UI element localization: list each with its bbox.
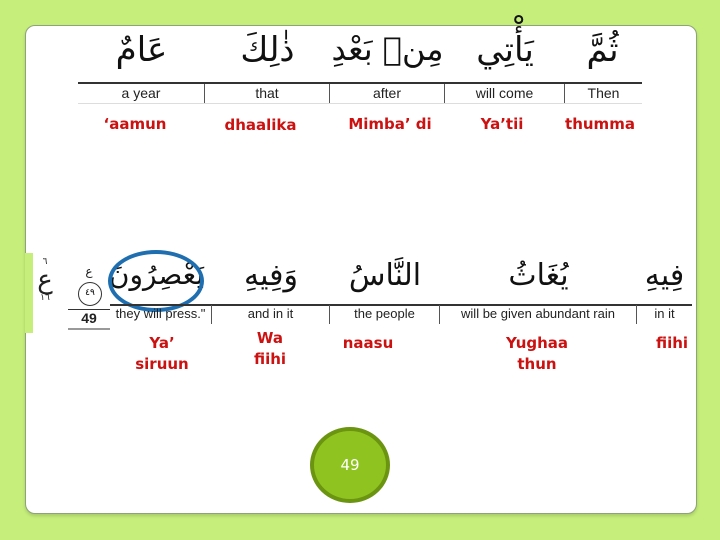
verse-number-badge: 49 <box>310 427 390 503</box>
gloss-cell: a year <box>78 84 205 103</box>
badge-label: 49 <box>340 456 360 474</box>
transliteration: Yughaa thun <box>487 333 587 375</box>
transliteration: naasu <box>318 333 418 354</box>
gloss-cell: will be given abundant rain <box>440 305 637 324</box>
arabic-word: عَامٌ <box>115 30 168 70</box>
ruku-marker: ٦ ع ١٦ <box>34 258 56 304</box>
arabic-word: ثُمَّ <box>586 30 619 70</box>
gloss-cell: in it <box>654 306 675 321</box>
transliteration: Ya’ siruun <box>112 333 212 375</box>
gloss-cell: the people <box>330 305 440 324</box>
highlight-circle <box>108 250 204 312</box>
arabic-word: يَأْتِي <box>476 30 534 70</box>
translit-line: fiihi <box>253 350 287 368</box>
gloss-bottom-rule <box>78 103 642 104</box>
translit-line: siruun <box>135 355 189 373</box>
ruku-letter: ع <box>37 265 53 295</box>
gloss-cell: and in it <box>212 305 330 324</box>
ayah-letter: ع <box>85 264 93 278</box>
gloss-cell: that <box>205 84 330 103</box>
translit-line: naasu <box>342 334 394 352</box>
transliteration: Mimba’ di <box>348 115 432 133</box>
gloss-cell: after <box>330 84 445 103</box>
arabic-word: فِيهِ <box>644 258 685 293</box>
ayah-number: 49 <box>68 309 110 330</box>
gloss-cell: will come <box>445 84 565 103</box>
transliteration: thumma <box>565 115 635 133</box>
transliteration: Wa fiihi <box>225 328 315 370</box>
gloss-cell: they will press." <box>110 305 212 324</box>
transliteration: dhaalika <box>224 116 297 134</box>
transliteration: Ya’tii <box>480 115 524 133</box>
translit-line: Ya’ <box>149 334 175 352</box>
arabic-word: يُغَاثُ <box>508 258 569 293</box>
gloss-cell: Then <box>587 85 620 101</box>
arabic-word: ذٰلِكَ <box>240 30 295 70</box>
translit-line: Wa <box>256 329 284 347</box>
translit-line: Yughaa <box>505 334 569 352</box>
ayah-end-circle: ٤٩ <box>78 282 102 306</box>
arabic-word: مِنۢ بَعْدِ <box>331 30 444 68</box>
transliteration: ‘aamun <box>103 115 167 133</box>
translit-line: fiihi <box>655 334 689 352</box>
arabic-word: وَفِيهِ <box>244 258 298 293</box>
translit-line: thun <box>517 355 557 373</box>
left-green-strip <box>25 253 33 333</box>
arabic-word: النَّاسُ <box>348 258 422 293</box>
transliteration: fiihi <box>642 333 702 354</box>
